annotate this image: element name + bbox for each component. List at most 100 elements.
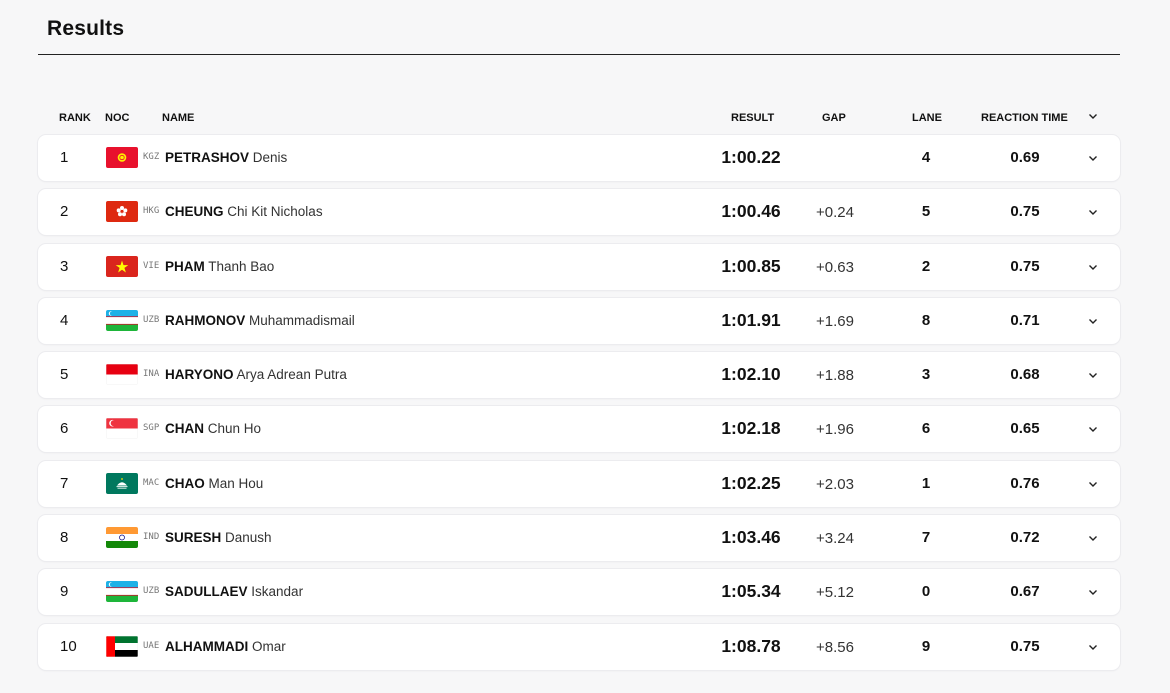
lane-value: 7 [921, 529, 931, 547]
athlete-given-name: Arya Adrean Putra [236, 367, 347, 383]
table-row[interactable]: 6 SGP CHAN Chun Ho 1:02.18 +1.96 6 0.65 [38, 406, 1120, 453]
athlete-name: CHAO Man Hou [165, 476, 263, 491]
result-time: 1:02.18 [721, 418, 781, 439]
athlete-surname: CHAO [165, 475, 205, 491]
result-time: 1:05.34 [721, 581, 781, 602]
result-time: 1:02.25 [721, 472, 781, 493]
athlete-name: RAHMONOV Muhammadismail [165, 313, 355, 328]
reaction-time-value: 0.69 [1010, 149, 1040, 166]
table-row[interactable]: 10 UAE ALHAMMADI Omar 1:08.78 +8.56 9 0.75 [38, 623, 1120, 670]
athlete-given-name: Chun Ho [207, 421, 262, 437]
results-header: Results [38, 0, 1120, 55]
athlete-surname: SADULLAEV [165, 584, 248, 600]
column-header-gap: GAP [822, 112, 846, 124]
rank-value: 7 [60, 474, 69, 492]
table-row[interactable]: 8 IND SURESH Danush 1:03.46 +3.24 7 0.72 [38, 515, 1120, 562]
lane-value: 1 [921, 474, 931, 492]
vie-flag-icon [106, 255, 138, 277]
athlete-surname: HARYONO [165, 367, 234, 383]
reaction-time-value: 0.72 [1010, 529, 1040, 547]
lane-value: 6 [921, 420, 931, 438]
gap-value: +5.12 [816, 584, 854, 602]
uae-flag-icon [106, 635, 138, 657]
gap-value: +8.56 [816, 638, 854, 656]
gap-value: +1.88 [816, 367, 854, 385]
table-row[interactable]: 9 UZB SADULLAEV Iskandar 1:05.34 +5.12 0 0.67 [38, 569, 1120, 616]
result-time: 1:00.85 [721, 255, 781, 276]
rank-value: 4 [60, 311, 69, 329]
expand-row-chevron-icon[interactable] [1086, 531, 1100, 545]
lane-value: 9 [921, 637, 931, 655]
athlete-name: CHEUNG Chi Kit Nicholas [165, 204, 323, 219]
noc-code: VIE [143, 260, 160, 271]
rank-value: 2 [60, 203, 69, 221]
expand-row-chevron-icon[interactable] [1086, 368, 1100, 382]
reaction-time-value: 0.68 [1010, 366, 1040, 384]
rank-value: 8 [60, 529, 69, 547]
table-row[interactable]: 1 KGZ PETRASHOV Denis 1:00.22 4 0.69 [38, 135, 1120, 181]
gap-value: +1.69 [816, 312, 854, 330]
athlete-given-name: Man Hou [208, 475, 264, 491]
rank-value: 9 [60, 583, 69, 601]
table-row[interactable]: 2 HKG CHEUNG Chi Kit Nicholas 1:00.46 +0.24 5… [38, 189, 1120, 236]
noc-code: MAC [143, 477, 160, 488]
athlete-surname: RAHMONOV [165, 312, 246, 328]
athlete-given-name: Muhammadismail [249, 312, 355, 328]
gap-value: +0.63 [816, 258, 854, 276]
gap-value: +0.24 [816, 204, 854, 222]
page-title: Results [47, 17, 125, 40]
ina-flag-icon [106, 364, 138, 386]
athlete-given-name: Danush [225, 530, 272, 546]
reaction-time-value: 0.75 [1010, 203, 1040, 221]
result-time: 1:08.78 [721, 635, 781, 656]
table-row[interactable]: 7 MAC CHAO Man Hou 1:02.25 +2.03 1 0.76 [38, 460, 1120, 507]
result-time: 1:00.22 [721, 147, 781, 167]
expand-row-chevron-icon[interactable] [1086, 477, 1100, 491]
athlete-surname: PETRASHOV [165, 150, 250, 165]
noc-code: UZB [143, 314, 160, 325]
athlete-surname: CHEUNG [165, 204, 224, 220]
lane-value: 5 [921, 203, 931, 221]
lane-value: 8 [921, 311, 931, 329]
gap-value: +3.24 [816, 530, 854, 548]
reaction-time-value: 0.65 [1010, 420, 1040, 438]
athlete-name: SURESH Danush [165, 530, 272, 545]
sgp-flag-icon [106, 418, 138, 440]
noc-code: HKG [143, 206, 160, 217]
expand-row-chevron-icon[interactable] [1086, 205, 1100, 219]
reaction-time-value: 0.75 [1010, 257, 1040, 275]
expand-row-chevron-icon[interactable] [1086, 151, 1100, 165]
gap-value: +2.03 [816, 475, 854, 493]
athlete-name: CHAN Chun Ho [165, 421, 261, 436]
noc-code: UZB [143, 586, 160, 597]
athlete-surname: ALHAMMADI [165, 638, 249, 654]
expand-row-chevron-icon[interactable] [1086, 585, 1100, 599]
noc-code: IND [143, 532, 160, 543]
result-time: 1:01.91 [721, 309, 781, 330]
table-row[interactable]: 4 UZB RAHMONOV Muhammadismail 1:01.91 +1.69 8… [38, 297, 1120, 344]
reaction-time-value: 0.71 [1010, 311, 1040, 329]
uzb-flag-icon [106, 581, 138, 603]
column-header-name: NAME [162, 112, 195, 124]
athlete-name: SADULLAEV Iskandar [165, 584, 303, 599]
rank-value: 6 [60, 420, 69, 438]
expand-row-chevron-icon[interactable] [1086, 640, 1100, 654]
table-row[interactable]: 5 INA HARYONO Arya Adrean Putra 1:02.10 +1.8… [38, 352, 1120, 399]
expand-row-chevron-icon[interactable] [1086, 314, 1100, 328]
table-header: RANK NOC NAME RESULT GAP LANE REACTION T… [38, 112, 1120, 126]
table-row[interactable]: 3 VIE PHAM Thanh Bao 1:00.85 +0.63 2 0.75 [38, 243, 1120, 290]
athlete-name: PHAM Thanh Bao [165, 259, 274, 274]
result-time: 1:03.46 [721, 527, 781, 548]
rank-value: 10 [60, 637, 77, 655]
athlete-given-name: Omar [252, 638, 286, 654]
lane-value: 2 [921, 257, 931, 275]
athlete-given-name: Denis [252, 150, 288, 165]
expand-all-chevron-icon[interactable] [1086, 109, 1100, 123]
reaction-time-value: 0.76 [1010, 474, 1040, 492]
expand-row-chevron-icon[interactable] [1086, 260, 1100, 274]
athlete-given-name: Thanh Bao [208, 258, 275, 274]
lane-value: 3 [921, 366, 931, 384]
column-header-noc: NOC [105, 112, 130, 124]
expand-row-chevron-icon[interactable] [1086, 422, 1100, 436]
result-time: 1:00.46 [721, 201, 781, 222]
